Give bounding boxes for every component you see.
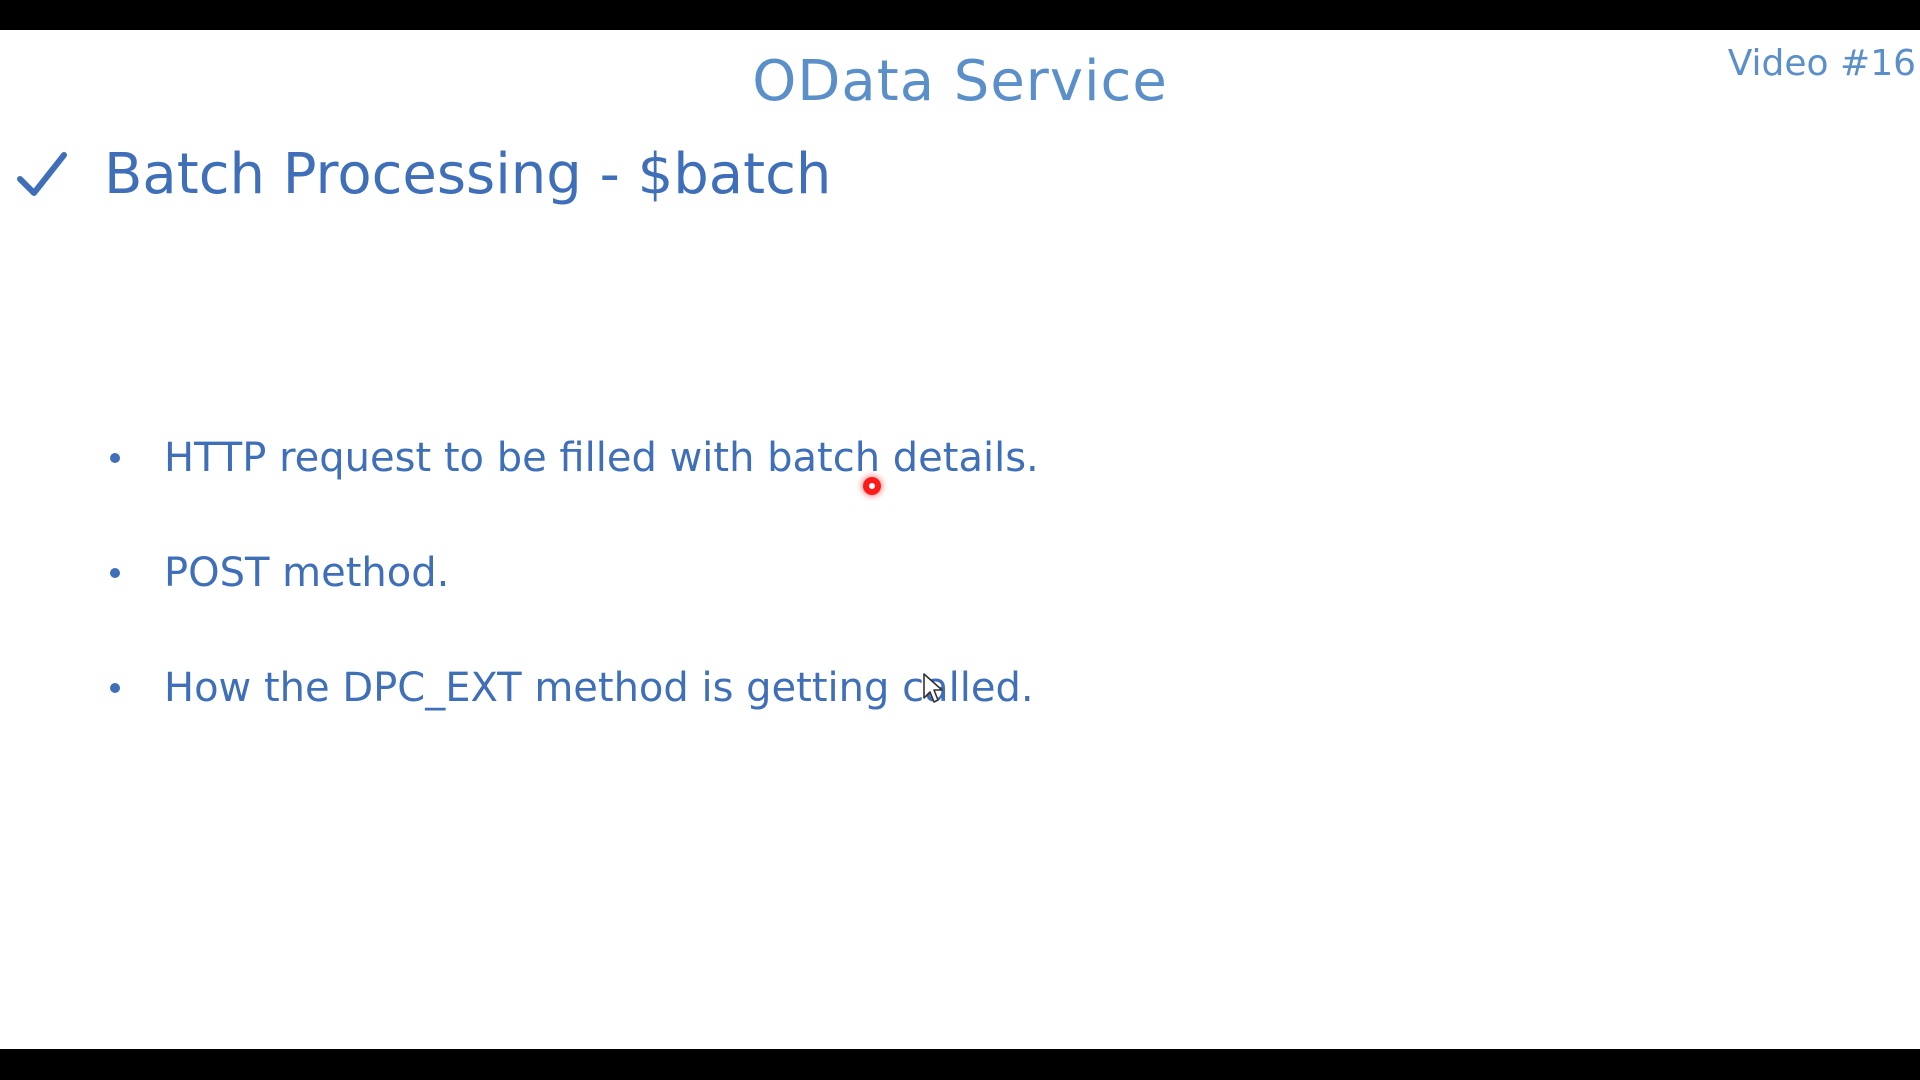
- bullet-dot-icon: [110, 567, 120, 578]
- list-item: HTTP request to be filled with batch det…: [110, 400, 1039, 515]
- slide-title: OData Service: [752, 49, 1168, 114]
- slide-heading: Batch Processing - $batch: [16, 130, 831, 220]
- bullet-text: HTTP request to be filled with batch det…: [164, 434, 1039, 481]
- list-item: POST method.: [110, 515, 1039, 630]
- letterbox-bottom: [0, 1049, 1920, 1080]
- bullet-dot-icon: [110, 682, 120, 693]
- bullet-dot-icon: [110, 452, 120, 463]
- bullet-list: HTTP request to be filled with batch det…: [110, 400, 1039, 745]
- bullet-text: POST method.: [164, 549, 450, 596]
- checkmark-icon: [17, 152, 67, 196]
- mouse-pointer-icon: [923, 673, 943, 703]
- heading-text: Batch Processing - $batch: [104, 142, 832, 207]
- letterbox-top: [0, 0, 1920, 30]
- list-item: How the DPC_EXT method is getting called…: [110, 630, 1039, 745]
- laser-pointer-icon: [863, 477, 881, 495]
- video-number-label: Video #16: [1727, 43, 1916, 84]
- presentation-slide: OData Service Video #16 Batch Processing…: [0, 30, 1920, 1049]
- bullet-text: How the DPC_EXT method is getting called…: [164, 664, 1034, 711]
